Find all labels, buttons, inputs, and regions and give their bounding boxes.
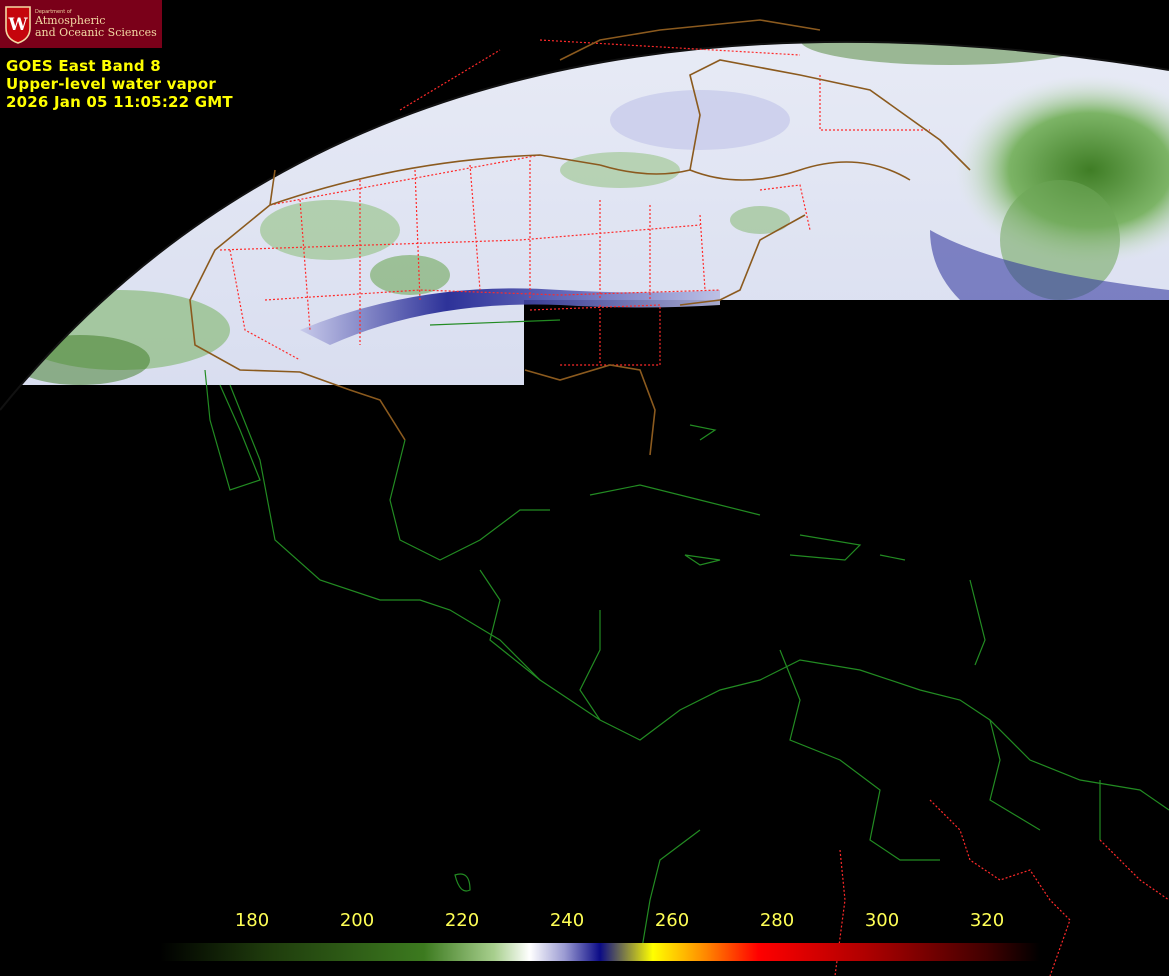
colorbar-tick: 240 bbox=[549, 910, 585, 931]
colorbar-tick: 280 bbox=[759, 910, 795, 931]
image-caption: GOES East Band 8 Upper-level water vapor… bbox=[6, 57, 233, 111]
satellite-map bbox=[0, 19, 1169, 976]
colorbar-tick: 180 bbox=[234, 910, 270, 931]
colorbar-tick: 300 bbox=[864, 910, 900, 931]
colorbar-tick: 220 bbox=[444, 910, 480, 931]
uw-crest-icon: W bbox=[5, 6, 31, 44]
logo-text: Department of Atmospheric and Oceanic Sc… bbox=[35, 9, 157, 39]
colorbar-tick: 320 bbox=[969, 910, 1005, 931]
colorbar bbox=[160, 943, 1040, 961]
coastlines-south bbox=[204, 319, 1169, 961]
svg-text:W: W bbox=[7, 15, 28, 35]
caption-satellite-band: GOES East Band 8 bbox=[6, 57, 161, 75]
logo-name-line1: Atmospheric bbox=[35, 14, 106, 28]
colorbar-gradient bbox=[160, 943, 1040, 961]
logo-name-line2: and Oceanic Sciences bbox=[35, 25, 157, 39]
colorbar-tick: 260 bbox=[654, 910, 690, 931]
colorbar-tick: 200 bbox=[339, 910, 375, 931]
aos-logo[interactable]: W Department of Atmospheric and Oceanic … bbox=[0, 0, 162, 48]
caption-timestamp: 2026 Jan 05 11:05:22 GMT bbox=[6, 93, 233, 111]
caption-product: Upper-level water vapor bbox=[6, 75, 216, 93]
